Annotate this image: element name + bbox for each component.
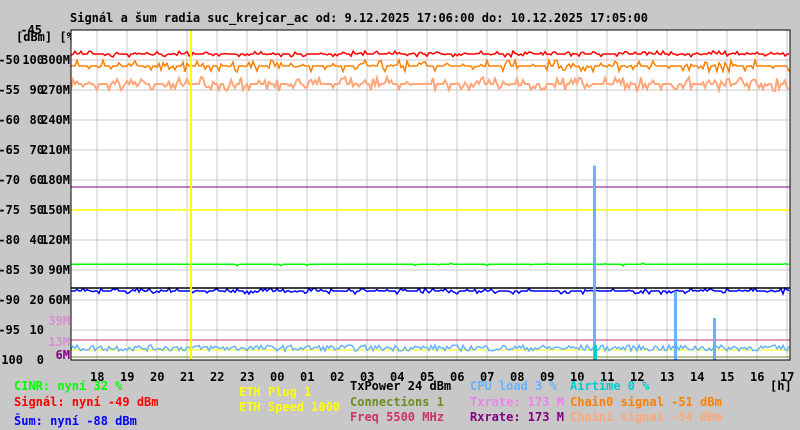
y-tick-dbm: -70 (0, 173, 20, 187)
y-tick-dbm: -55 (0, 83, 20, 97)
x-tick: 13 (660, 370, 675, 384)
x-tick: 14 (690, 370, 705, 384)
x-tick: 16 (750, 370, 765, 384)
chart-window: Signál a šum radia suc_krejcar_ac od: 9.… (0, 0, 800, 430)
y-tick-dbm: -85 (0, 263, 20, 277)
y-tick-pct: 0 (36, 353, 44, 367)
airtime-spike (594, 345, 597, 360)
y-tick-pct: 20 (29, 293, 44, 307)
x-tick: 00 (270, 370, 285, 384)
cpu-spike (593, 165, 596, 360)
legend-airtime: Airtime 0 % (570, 379, 650, 393)
y-tick-rate: 180M (41, 173, 70, 187)
y-tick-dbm: -50 (0, 53, 20, 67)
x-tick: 20 (150, 370, 165, 384)
y-tick-rate: 120M (41, 233, 70, 247)
y-tick-rate: 270M (41, 83, 70, 97)
x-tick: 22 (210, 370, 225, 384)
legend-noise: Šum: nyní -88 dBm (14, 414, 137, 428)
x-tick: 06 (450, 370, 465, 384)
y-tick-extra: 6M (55, 348, 70, 362)
y-tick-dbm: -100 (0, 353, 23, 367)
legend-rxrate: Rxrate: 173 M (470, 410, 564, 424)
legend-eth-speed: ETH Speed 1000 (239, 400, 341, 414)
y-tick-dbm: -65 (0, 143, 20, 157)
cpu-spike (713, 318, 716, 360)
y-tick-dbm: -80 (0, 233, 20, 247)
legend-eth-plug: ETH Plug 1 (239, 385, 312, 399)
x-tick: 15 (720, 370, 735, 384)
y-tick-dbm: -75 (0, 203, 20, 217)
y-tick-dbm: -60 (0, 113, 20, 127)
y-tick-rate: 300M (41, 53, 70, 67)
y-tick-extra: 39M (48, 314, 70, 328)
legend-freq: Freq 5500 MHz (350, 410, 444, 424)
y-tick-rate: 60M (48, 293, 70, 307)
x-tick: 01 (300, 370, 315, 384)
y-tick-pct: 10 (29, 323, 44, 337)
legend-connections: Connections 1 (350, 395, 444, 409)
legend-chain1: Chain1 signal -54 dBm (570, 410, 722, 424)
x-tick: 02 (330, 370, 345, 384)
x-unit-label: [h] (770, 379, 792, 393)
legend-cpu: CPU load 3 % (470, 379, 557, 393)
legend-signal: Signál: nyní -49 dBm (14, 395, 159, 409)
legend-txrate: Txrate: 173 M (470, 395, 564, 409)
x-tick: 21 (180, 370, 195, 384)
y-tick-dbm: -90 (0, 293, 20, 307)
y-tick-pct: 30 (29, 263, 44, 277)
legend-cinr: CINR: nyní 32 % (14, 379, 123, 393)
y-tick-dbm: -45 (20, 23, 42, 37)
cpu-spike (674, 291, 677, 360)
x-tick: 23 (240, 370, 255, 384)
y-tick-rate: 150M (41, 203, 70, 217)
y-tick-rate: 240M (41, 113, 70, 127)
legend-txpower: TxPower 24 dBm (350, 379, 452, 393)
y-tick-rate: 90M (48, 263, 70, 277)
plot-area (70, 29, 791, 361)
y-tick-rate: 210M (41, 143, 70, 157)
y-tick-dbm: -95 (0, 323, 20, 337)
legend-chain0: Chain0 signal -51 dBm (570, 395, 722, 409)
